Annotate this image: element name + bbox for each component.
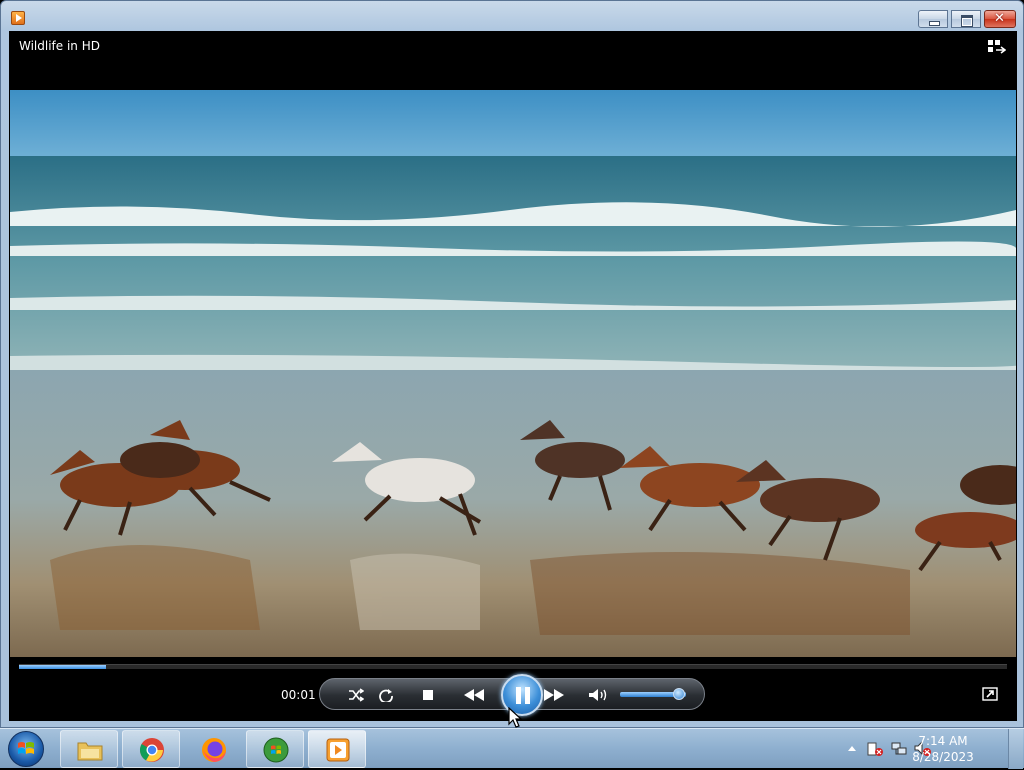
volume-slider[interactable]	[620, 688, 686, 700]
media-player-icon	[326, 738, 350, 762]
taskbar: 7:14 AM 8/28/2023	[0, 728, 1024, 769]
windows-logo-icon	[18, 742, 34, 754]
firefox-icon	[202, 738, 226, 762]
seek-bar[interactable]	[19, 664, 1007, 669]
switch-to-library-icon[interactable]	[988, 40, 1006, 54]
previous-icon[interactable]	[462, 688, 486, 702]
mouse-cursor-icon	[508, 707, 522, 728]
media-center-icon	[263, 737, 289, 763]
start-button[interactable]	[8, 731, 44, 767]
video-title: Wildlife in HD	[19, 39, 100, 53]
repeat-icon[interactable]	[378, 688, 394, 702]
media-player-app-icon[interactable]	[11, 11, 25, 25]
maximize-button[interactable]	[951, 10, 981, 28]
shuffle-icon[interactable]	[348, 688, 364, 702]
control-bar	[319, 674, 705, 716]
player-area: Wildlife in HD 00:01	[9, 31, 1017, 721]
action-center-icon[interactable]	[866, 741, 884, 757]
folder-icon	[77, 742, 103, 761]
seek-progress	[19, 665, 106, 669]
taskbar-item-media-center[interactable]	[246, 730, 304, 768]
taskbar-item-firefox[interactable]	[184, 730, 242, 768]
pause-icon	[516, 687, 530, 704]
taskbar-item-explorer[interactable]	[60, 730, 118, 768]
taskbar-item-chrome[interactable]	[122, 730, 180, 768]
clock-date[interactable]: 8/28/2023	[906, 750, 980, 764]
video-frame[interactable]	[10, 90, 1016, 657]
video-scene	[10, 90, 1016, 657]
next-icon[interactable]	[542, 688, 566, 702]
volume-slider-thumb[interactable]	[673, 688, 686, 700]
title-bar[interactable]	[1, 1, 1023, 31]
fullscreen-icon[interactable]	[982, 687, 998, 701]
chrome-icon	[139, 738, 164, 762]
show-desktop-button[interactable]	[1008, 729, 1023, 769]
stop-icon[interactable]	[420, 688, 436, 702]
show-hidden-icons-icon[interactable]	[847, 744, 857, 752]
clock-time[interactable]: 7:14 AM	[906, 734, 980, 748]
volume-icon[interactable]	[588, 688, 608, 702]
minimize-button[interactable]	[918, 10, 948, 28]
media-player-window: Wildlife in HD	[0, 0, 1024, 728]
close-button[interactable]	[984, 10, 1016, 28]
taskbar-item-media-player[interactable]	[308, 730, 366, 768]
elapsed-time: 00:01	[281, 688, 316, 702]
